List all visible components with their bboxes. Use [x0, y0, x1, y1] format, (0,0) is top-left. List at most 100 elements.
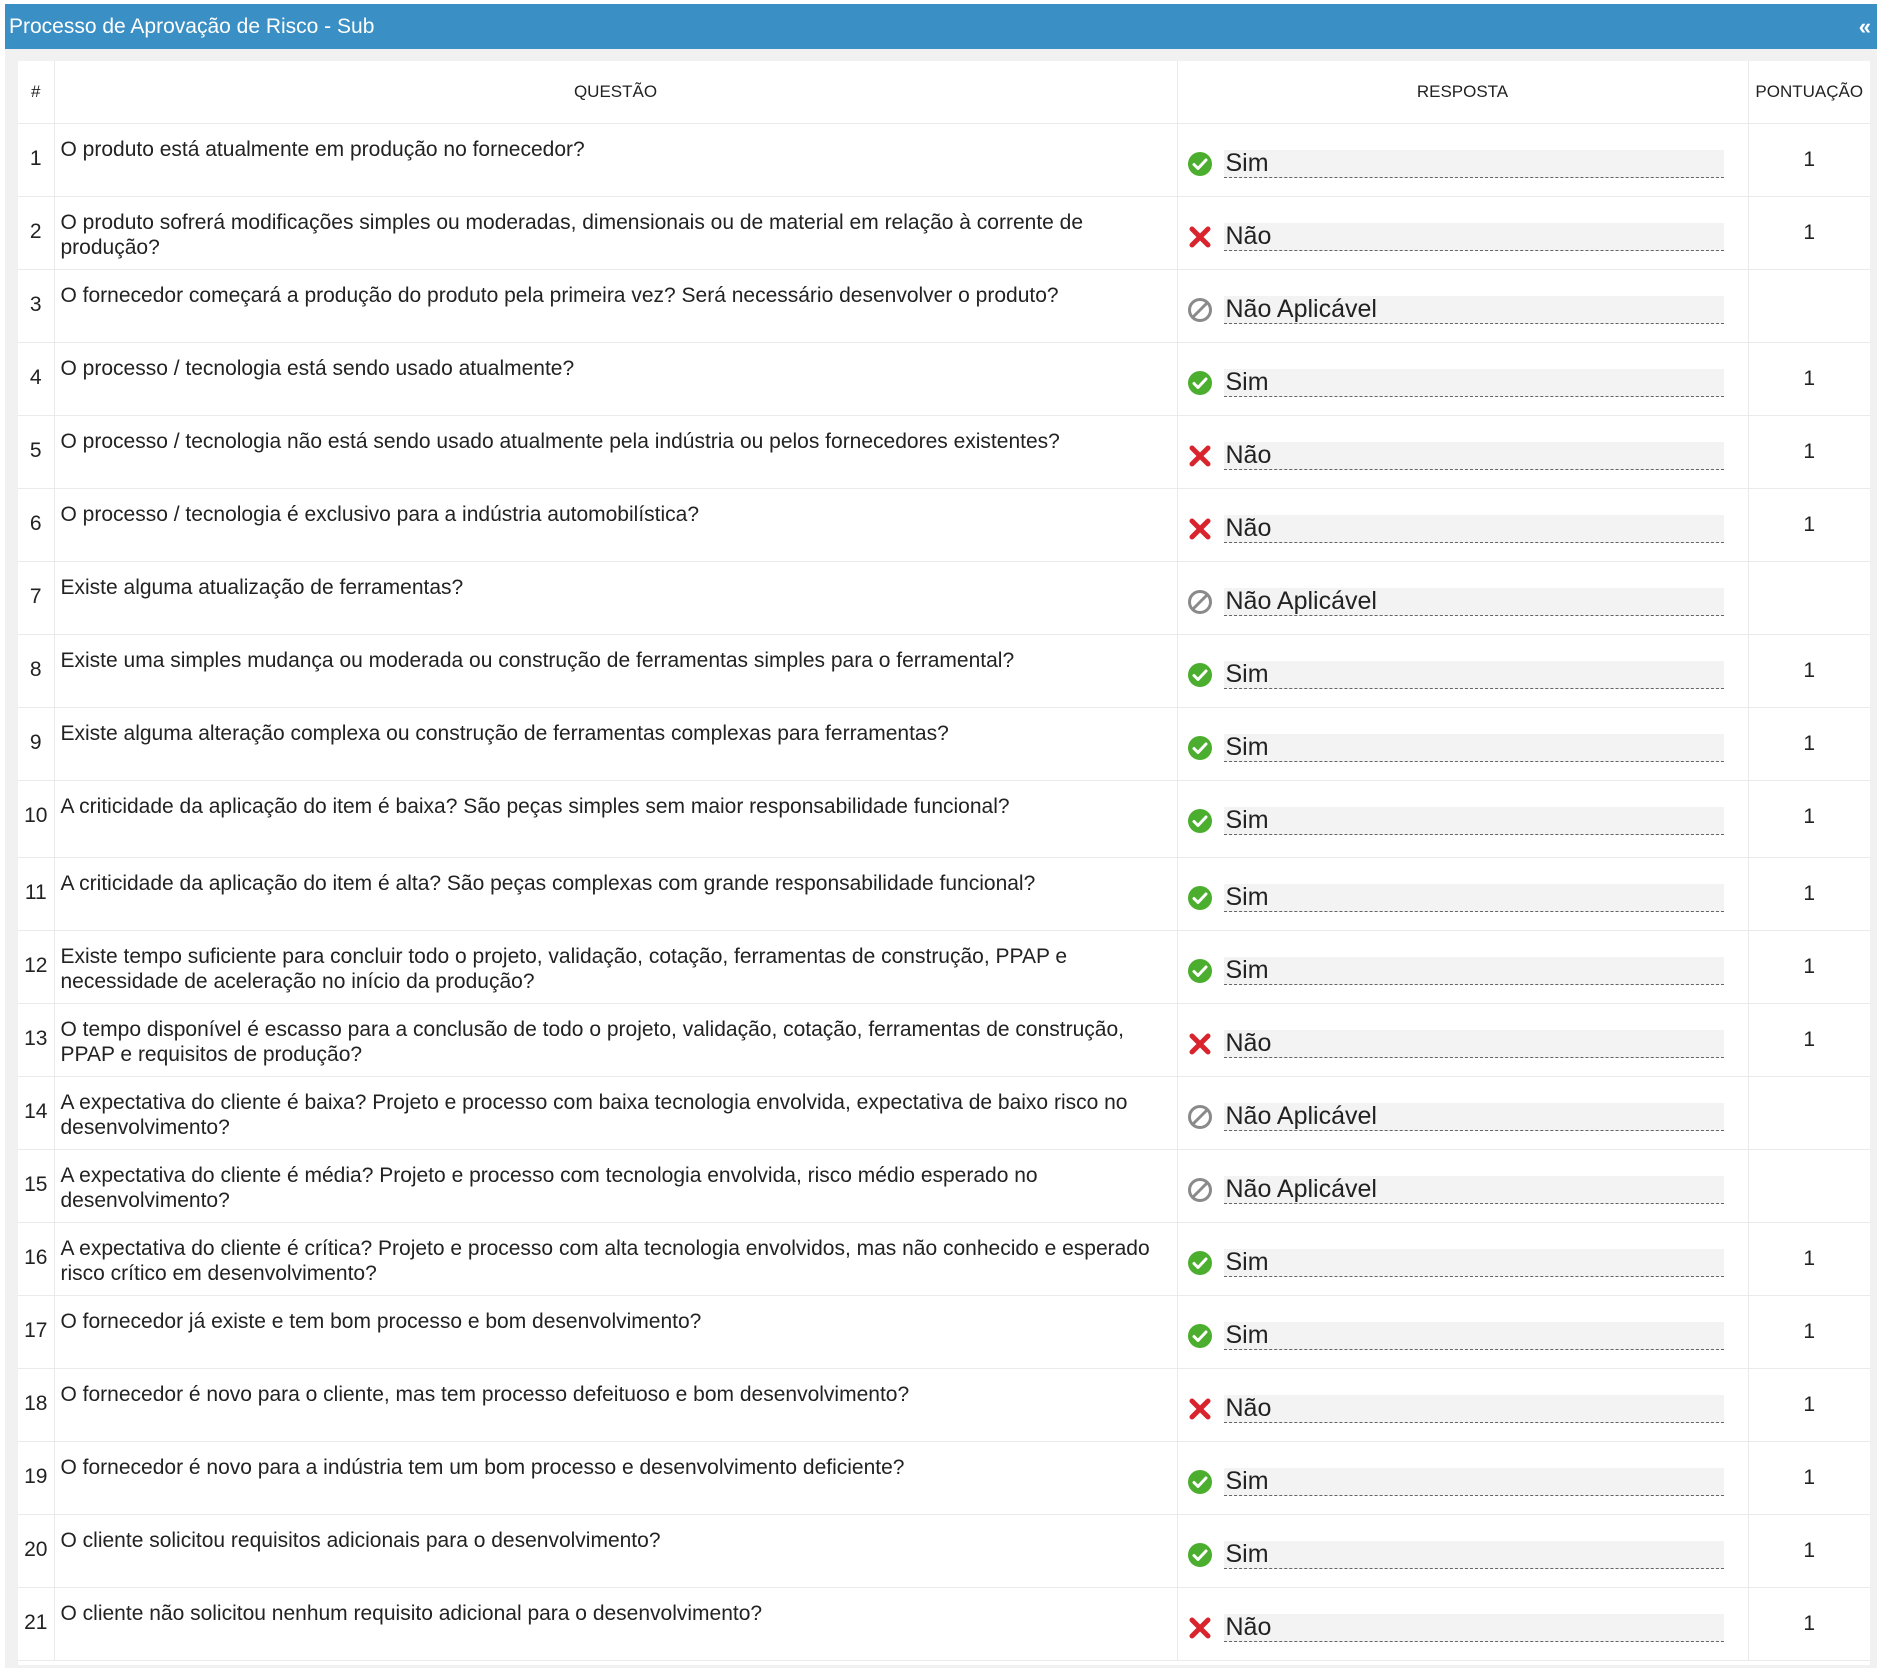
score-cell: 1 [1748, 634, 1870, 708]
answer-cell: Não [1177, 488, 1749, 562]
answer-cell: Sim [1177, 857, 1749, 931]
table-row: 20 O cliente solicitou requisitos adicion… [18, 1514, 1870, 1588]
not-applicable-icon [1186, 296, 1214, 324]
table-row: 15 A expectativa do cliente é média? Proj… [18, 1149, 1870, 1223]
header-num: # [18, 61, 55, 124]
not-applicable-icon [1186, 1176, 1214, 1204]
check-circle-icon [1186, 884, 1214, 912]
table-row: 6O processo / tecnologia é exclusivo par… [18, 488, 1870, 562]
row-number: 8 [18, 634, 55, 708]
check-circle-icon [1186, 150, 1214, 178]
score-cell: 1 [1748, 342, 1870, 416]
score-cell: 1 [1748, 1441, 1870, 1515]
answer-cell: Sim [1177, 780, 1749, 858]
check-circle-icon [1186, 1541, 1214, 1569]
table-row: 9 Existe alguma alteração complexa ou con… [18, 707, 1870, 781]
check-circle-icon [1186, 661, 1214, 689]
panel-body: # QUESTÃO RESPOSTA PONTUAÇÃO 1O produto … [18, 61, 1870, 1665]
answer-field[interactable]: Não [1223, 223, 1724, 251]
answer-cell: Sim [1177, 123, 1749, 197]
check-circle-icon [1186, 734, 1214, 762]
answer-field[interactable]: Sim [1223, 1468, 1724, 1496]
risk-approval-panel: Processo de Aprovação de Risco - Sub « #… [5, 4, 1877, 1668]
answer-field[interactable]: Não [1223, 442, 1724, 470]
question-text: O produto está atualmente em produção no… [54, 123, 1178, 197]
table-row: 21 O cliente não solicitou nenhum requisi… [18, 1587, 1870, 1661]
row-number: 16 [18, 1222, 55, 1296]
table-row: 1O produto está atualmente em produção n… [18, 123, 1870, 197]
question-text: Existe alguma atualização de ferramentas… [54, 561, 1178, 635]
row-number: 14 [18, 1076, 55, 1150]
answer-field[interactable]: Não Aplicável [1223, 588, 1724, 616]
answer-field[interactable]: Sim [1223, 957, 1724, 985]
answer-field[interactable]: Sim [1223, 807, 1724, 835]
check-circle-icon [1186, 807, 1214, 835]
question-text: Existe tempo suficiente para concluir to… [54, 930, 1178, 1004]
score-cell: 1 [1748, 488, 1870, 562]
answer-cell: Não Aplicável [1177, 561, 1749, 635]
answer-field[interactable]: Não [1223, 1614, 1724, 1642]
question-text: Existe uma simples mudança ou moderada o… [54, 634, 1178, 708]
answer-cell: Sim [1177, 1222, 1749, 1296]
table-row: 19 O fornecedor é novo para a indústria t… [18, 1441, 1870, 1515]
answer-field[interactable]: Sim [1223, 884, 1724, 912]
answer-field[interactable]: Sim [1223, 1541, 1724, 1569]
red-x-icon [1186, 1614, 1214, 1642]
score-cell [1748, 561, 1870, 635]
answer-field[interactable]: Não [1223, 1030, 1724, 1058]
check-circle-icon [1186, 1249, 1214, 1277]
score-cell: 1 [1748, 930, 1870, 1004]
question-text: A criticidade da aplicação do item é bai… [54, 780, 1178, 858]
answer-field[interactable]: Sim [1223, 734, 1724, 762]
table-row: 8 Existe uma simples mudança ou moderada … [18, 634, 1870, 708]
answer-field[interactable]: Não [1223, 515, 1724, 543]
row-number: 11 [18, 857, 55, 931]
row-number: 2 [18, 196, 55, 270]
red-x-icon [1186, 442, 1214, 470]
question-text: O produto sofrerá modificações simples o… [54, 196, 1178, 270]
answer-field[interactable]: Não Aplicável [1223, 1176, 1724, 1204]
table-row: 18 O fornecedor é novo para o cliente, ma… [18, 1368, 1870, 1442]
answer-field[interactable]: Sim [1223, 369, 1724, 397]
answer-cell: Não Aplicável [1177, 1149, 1749, 1223]
row-number: 20 [18, 1514, 55, 1588]
row-number: 6 [18, 488, 55, 562]
header-score: PONTUAÇÃO [1748, 61, 1870, 124]
not-applicable-icon [1186, 588, 1214, 616]
row-number: 19 [18, 1441, 55, 1515]
answer-cell: Não [1177, 1368, 1749, 1442]
answer-field[interactable]: Sim [1223, 661, 1724, 689]
answer-cell: Sim [1177, 634, 1749, 708]
question-text: Existe alguma alteração complexa ou cons… [54, 707, 1178, 781]
collapse-button[interactable]: « [1859, 15, 1871, 38]
answer-field[interactable]: Não [1223, 1395, 1724, 1423]
row-number: 17 [18, 1295, 55, 1369]
table-row: 3O fornecedor começará a produção do pro… [18, 269, 1870, 343]
answer-field[interactable]: Não Aplicável [1223, 296, 1724, 324]
answer-cell: Sim [1177, 1441, 1749, 1515]
answer-cell: Sim [1177, 707, 1749, 781]
answer-field[interactable]: Sim [1223, 1322, 1724, 1350]
answer-field[interactable]: Sim [1223, 1249, 1724, 1277]
answer-field[interactable]: Sim [1223, 150, 1724, 178]
table-row: 7 Existe alguma atualização de ferramenta… [18, 561, 1870, 635]
answer-cell: Não Aplicável [1177, 269, 1749, 343]
answer-cell: Sim [1177, 930, 1749, 1004]
answer-cell: Sim [1177, 342, 1749, 416]
answer-cell: Não [1177, 415, 1749, 489]
row-number: 3 [18, 269, 55, 343]
answer-cell: Não [1177, 1587, 1749, 1661]
row-number: 21 [18, 1587, 55, 1661]
answer-field[interactable]: Não Aplicável [1223, 1103, 1724, 1131]
answer-cell: Sim [1177, 1514, 1749, 1588]
score-cell: 1 [1748, 780, 1870, 858]
table-row: 2O produto sofrerá modificações simples … [18, 196, 1870, 270]
row-number: 4 [18, 342, 55, 416]
score-cell: 1 [1748, 1587, 1870, 1661]
question-text: O fornecedor é novo para a indústria tem… [54, 1441, 1178, 1515]
score-cell: 1 [1748, 196, 1870, 270]
table-row: 4O processo / tecnologia está sendo usad… [18, 342, 1870, 416]
question-text: A expectativa do cliente é média? Projet… [54, 1149, 1178, 1223]
questions-table: # QUESTÃO RESPOSTA PONTUAÇÃO 1O produto … [18, 61, 1870, 1661]
score-cell: 1 [1748, 857, 1870, 931]
